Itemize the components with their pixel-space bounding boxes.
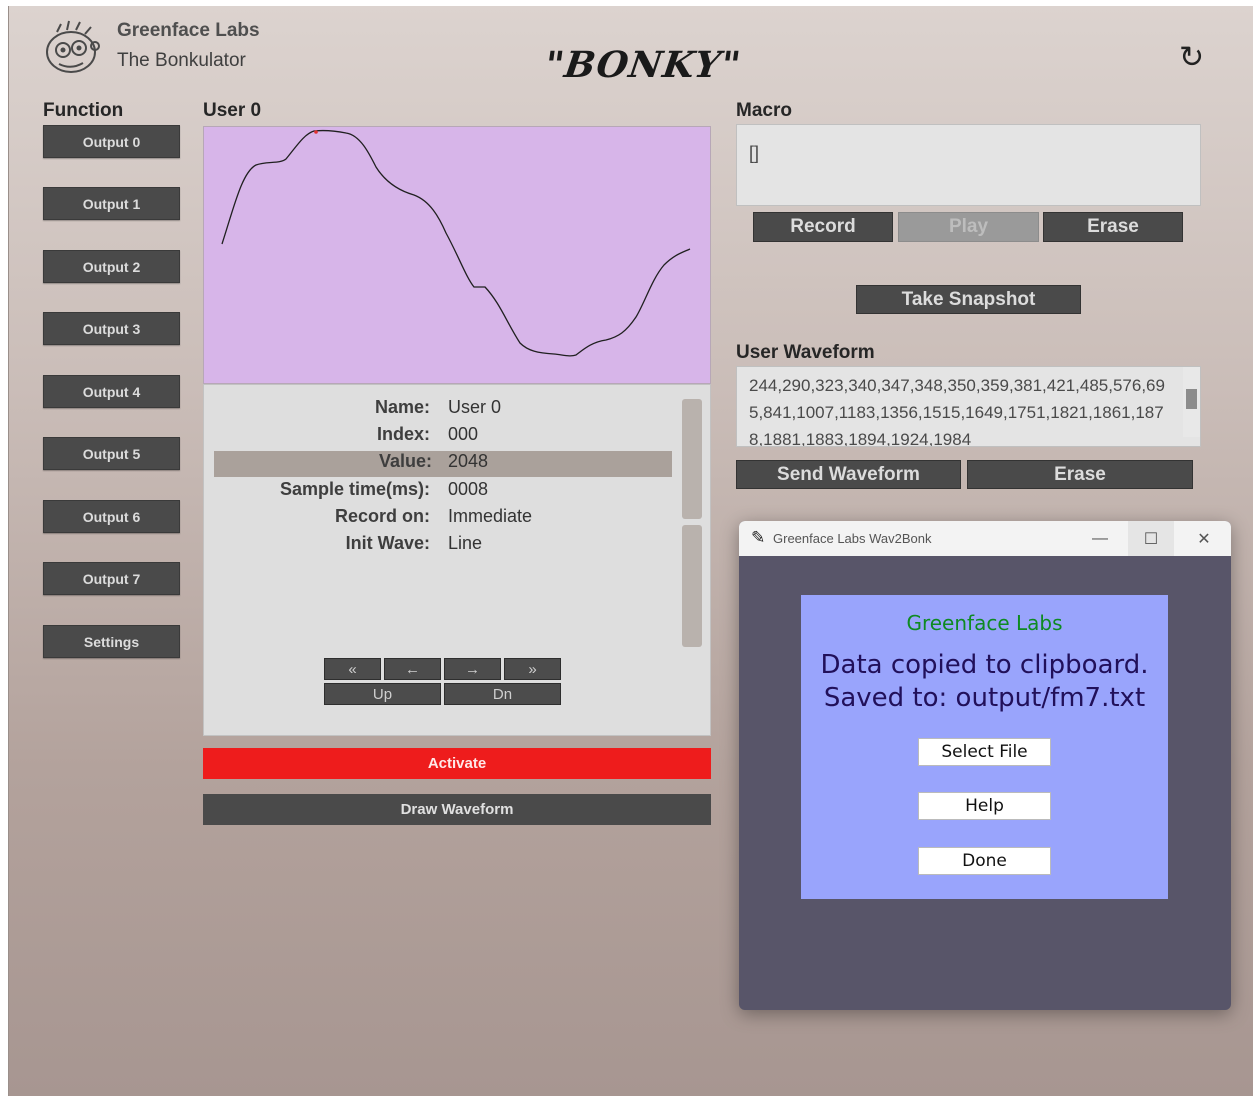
output-1-button[interactable]: Output 1 — [43, 187, 180, 220]
prev-button[interactable]: ← — [384, 658, 441, 680]
app-window: Greenface Labs The Bonkulator "BONKY" ↻ … — [8, 6, 1253, 1096]
macro-heading: Macro — [736, 100, 792, 121]
output-3-button[interactable]: Output 3 — [43, 312, 180, 345]
output-4-button[interactable]: Output 4 — [43, 375, 180, 408]
function-heading: Function — [43, 100, 124, 121]
refresh-icon[interactable]: ↻ — [1179, 40, 1204, 75]
user-info-panel: Name: User 0 Index: 000 Value: 2048 Samp… — [203, 384, 711, 736]
take-snapshot-button[interactable]: Take Snapshot — [856, 285, 1081, 314]
waveform-line — [221, 129, 691, 357]
field-row-sample-time[interactable]: Sample time(ms): 0008 — [214, 479, 670, 505]
minimize-button[interactable]: — — [1077, 521, 1123, 556]
waveform-graph[interactable] — [203, 126, 711, 384]
last-button[interactable]: » — [504, 658, 561, 680]
field-row-init-wave[interactable]: Init Wave: Line — [214, 533, 670, 559]
draw-waveform-button[interactable]: Draw Waveform — [203, 794, 711, 825]
field-row-index[interactable]: Index: 000 — [214, 424, 670, 450]
field-value: User 0 — [448, 397, 502, 417]
macro-textarea[interactable]: [] — [736, 124, 1201, 206]
up-button[interactable]: Up — [324, 683, 441, 705]
user-waveform-textarea[interactable]: 244,290,323,340,347,348,350,359,381,421,… — [736, 366, 1201, 447]
first-button[interactable]: « — [324, 658, 381, 680]
field-value: 2048 — [448, 451, 489, 471]
output-2-button[interactable]: Output 2 — [43, 250, 180, 283]
page-title: "BONKY" — [542, 44, 744, 86]
output-0-button[interactable]: Output 0 — [43, 125, 180, 158]
dialog-title: Greenface Labs Wav2Bonk — [773, 531, 932, 546]
output-7-button[interactable]: Output 7 — [43, 562, 180, 595]
dialog-panel: Greenface Labs Data copied to clipboard.… — [801, 595, 1168, 899]
field-value: 0008 — [448, 479, 489, 499]
waveform-plot[interactable] — [204, 127, 710, 383]
field-label: Init Wave: — [345, 533, 430, 553]
scroll-up-segment[interactable] — [682, 399, 702, 519]
down-button[interactable]: Dn — [444, 683, 561, 705]
dialog-message: Data copied to clipboard. Saved to: outp… — [801, 649, 1168, 715]
dialog-titlebar[interactable]: ✎ Greenface Labs Wav2Bonk — ☐ ✕ — [739, 521, 1231, 556]
help-button[interactable]: Help — [918, 792, 1051, 820]
play-button[interactable]: Play — [898, 212, 1039, 242]
field-label: Record on: — [334, 506, 430, 526]
field-label: Value: — [378, 451, 432, 471]
field-row-name[interactable]: Name: User 0 — [214, 397, 670, 423]
settings-button[interactable]: Settings — [43, 625, 180, 658]
dialog-brand: Greenface Labs — [906, 611, 1063, 635]
brand-name: Greenface Labs — [117, 20, 260, 41]
done-button[interactable]: Done — [918, 847, 1051, 875]
field-label: Sample time(ms): — [279, 479, 430, 499]
field-value: Immediate — [448, 506, 533, 526]
select-file-button[interactable]: Select File — [918, 738, 1051, 766]
feather-icon: ✎ — [751, 528, 766, 547]
user-heading: User 0 — [203, 100, 262, 121]
scrollbar-thumb[interactable] — [1186, 389, 1197, 409]
macro-erase-button[interactable]: Erase — [1043, 212, 1183, 242]
field-label: Index: — [376, 424, 430, 444]
app-name: The Bonkulator — [117, 50, 246, 71]
greenface-logo-icon — [46, 20, 100, 73]
activate-button[interactable]: Activate — [203, 748, 711, 779]
field-value: Line — [448, 533, 483, 553]
output-6-button[interactable]: Output 6 — [43, 500, 180, 533]
user-waveform-heading: User Waveform — [736, 342, 875, 363]
waveform-cursor — [314, 130, 318, 134]
waveform-scrollbar[interactable] — [1183, 367, 1200, 437]
message-line-2: Saved to: output/fm7.txt — [823, 683, 1146, 713]
send-waveform-button[interactable]: Send Waveform — [736, 460, 961, 489]
field-label: Name: — [374, 397, 430, 417]
maximize-button[interactable]: ☐ — [1128, 521, 1174, 556]
field-row-record-on[interactable]: Record on: Immediate — [214, 506, 670, 532]
next-button[interactable]: → — [444, 658, 501, 680]
wav2bonk-dialog: ✎ Greenface Labs Wav2Bonk — ☐ ✕ Greenfac… — [739, 521, 1231, 1010]
scroll-down-segment[interactable] — [682, 525, 702, 647]
waveform-erase-button[interactable]: Erase — [967, 460, 1193, 489]
close-button[interactable]: ✕ — [1181, 521, 1227, 556]
output-5-button[interactable]: Output 5 — [43, 437, 180, 470]
message-line-1: Data copied to clipboard. — [820, 650, 1149, 680]
field-row-value[interactable]: Value: 2048 — [214, 451, 672, 477]
field-value: 000 — [448, 424, 479, 444]
record-button[interactable]: Record — [753, 212, 893, 242]
